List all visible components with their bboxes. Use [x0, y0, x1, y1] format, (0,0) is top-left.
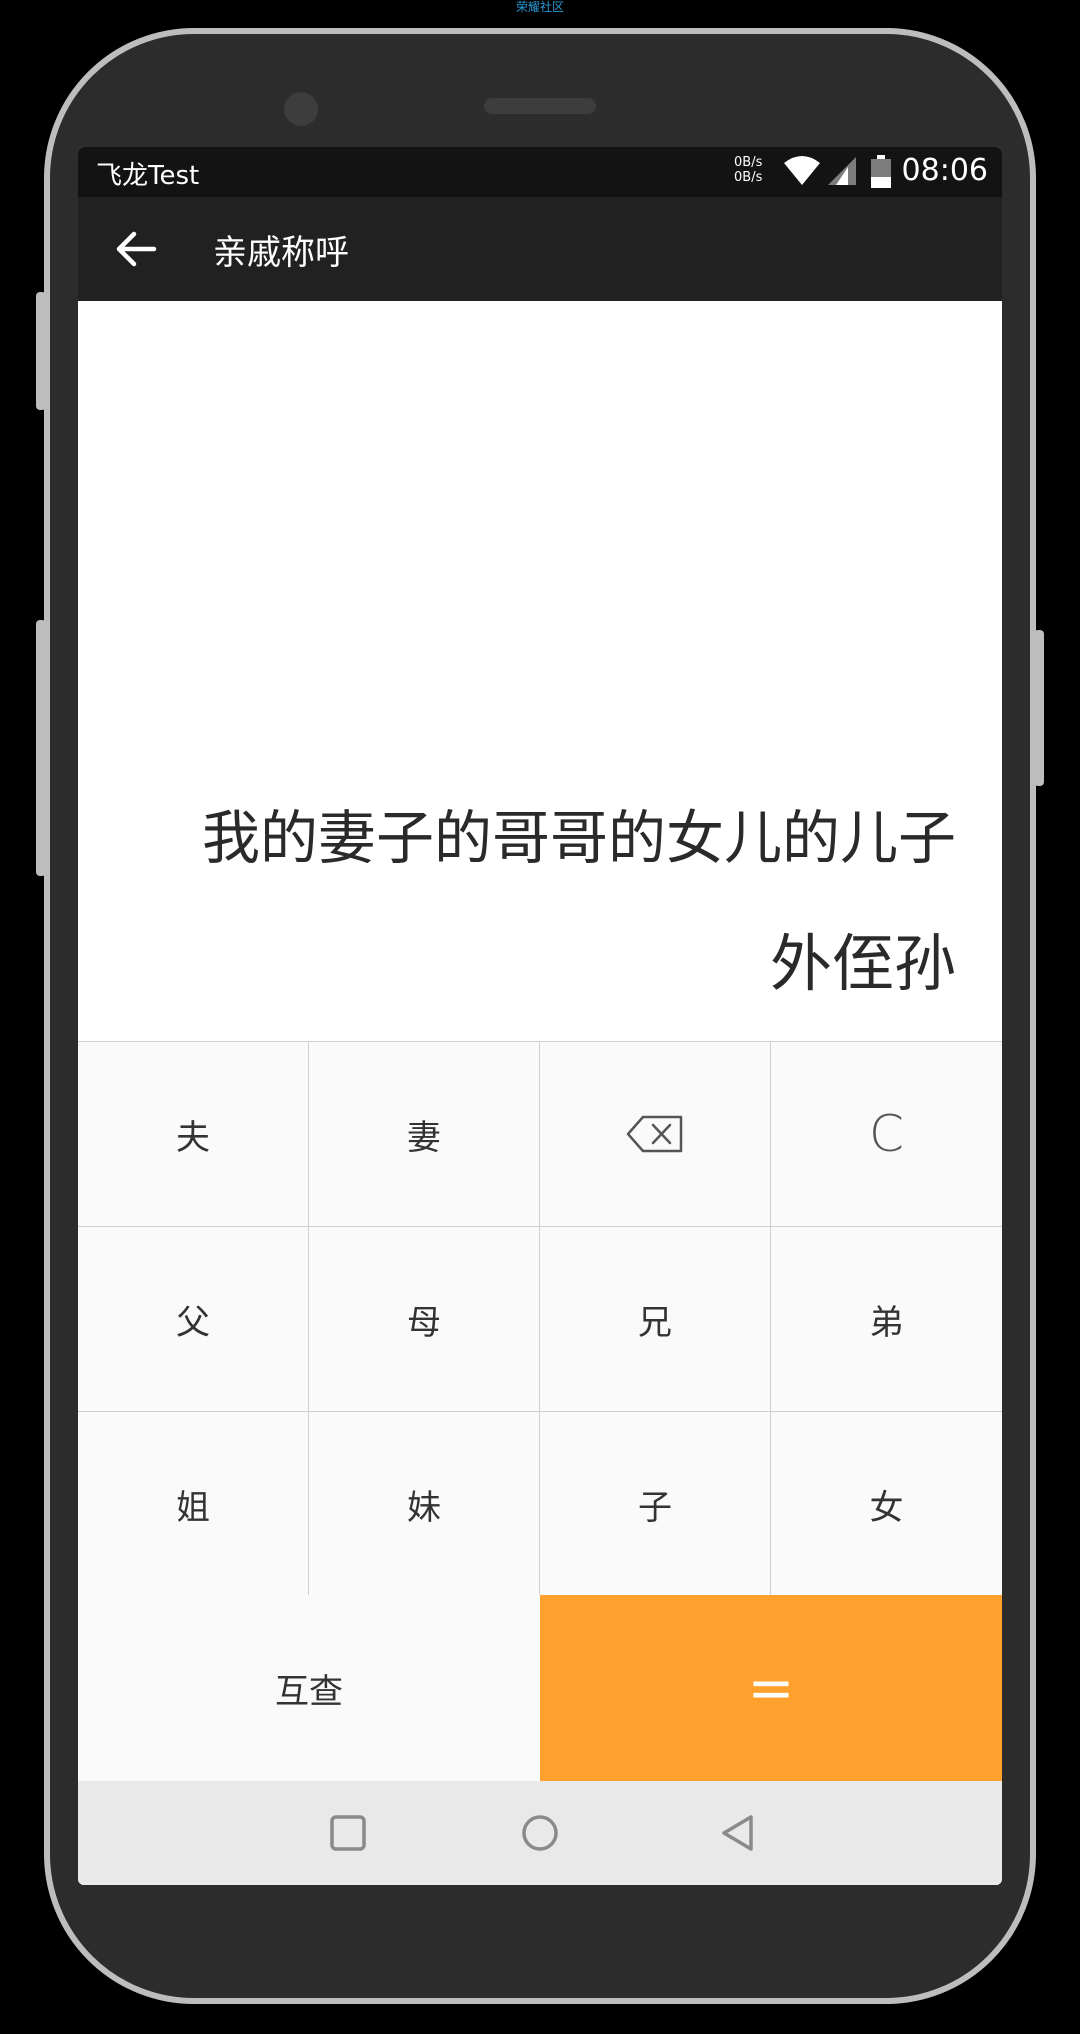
side-button — [36, 620, 46, 876]
key-wife[interactable]: 妻 — [309, 1042, 540, 1227]
watermark: 荣耀社区 — [515, 0, 564, 14]
relation-expression: 我的妻子的哥哥的女儿的儿子 — [201, 804, 956, 872]
wifi-icon — [784, 156, 820, 185]
app-bar: 亲戚称呼 — [78, 197, 1002, 301]
arrow-left-icon — [116, 231, 157, 267]
action-row: 互查 = — [78, 1595, 1002, 1781]
equals-button[interactable]: = — [540, 1595, 1002, 1781]
carrier-name: 飞龙Test — [96, 161, 200, 191]
status-bar: 飞龙Test 0B/s 0B/s 08:06 — [78, 147, 1002, 197]
volume-button — [36, 292, 46, 410]
signal-icon — [828, 157, 856, 185]
compare-button[interactable]: 互查 — [78, 1595, 540, 1781]
key-younger-brother[interactable]: 弟 — [771, 1227, 1002, 1412]
back-button[interactable] — [112, 225, 168, 273]
key-daughter[interactable]: 女 — [771, 1412, 1002, 1597]
key-son[interactable]: 子 — [540, 1412, 771, 1597]
battery-icon — [871, 155, 891, 188]
front-camera — [284, 92, 318, 126]
backspace-button[interactable] — [540, 1042, 771, 1227]
system-nav-bar — [78, 1781, 1002, 1885]
key-husband[interactable]: 夫 — [78, 1042, 309, 1227]
net-up: 0B/s — [734, 155, 763, 170]
key-younger-sister[interactable]: 妹 — [309, 1412, 540, 1597]
screen: 飞龙Test 0B/s 0B/s 08:06 亲戚称呼 我的妻子的哥哥的女儿的儿… — [78, 147, 1002, 1885]
key-elder-sister[interactable]: 姐 — [78, 1412, 309, 1597]
clear-button[interactable]: C — [771, 1042, 1002, 1227]
keypad: 夫 妻 C 父 母 兄 弟 姐 妹 子 女 — [78, 1041, 1002, 1597]
backspace-icon — [626, 1115, 683, 1153]
circle-icon[interactable] — [520, 1813, 560, 1853]
square-icon[interactable] — [328, 1813, 368, 1853]
power-button — [1034, 630, 1044, 786]
key-elder-brother[interactable]: 兄 — [540, 1227, 771, 1412]
earpiece-speaker — [484, 98, 596, 114]
status-time: 08:06 — [901, 153, 988, 188]
network-speed: 0B/s 0B/s — [734, 155, 762, 185]
net-down: 0B/s — [734, 170, 763, 185]
triangle-back-icon[interactable] — [718, 1813, 758, 1853]
key-father[interactable]: 父 — [78, 1227, 309, 1412]
key-mother[interactable]: 母 — [309, 1227, 540, 1412]
page-title: 亲戚称呼 — [213, 233, 349, 273]
relation-display: 我的妻子的哥哥的女儿的儿子 外侄孙 — [78, 301, 1002, 1041]
relation-result: 外侄孙 — [769, 927, 956, 1000]
